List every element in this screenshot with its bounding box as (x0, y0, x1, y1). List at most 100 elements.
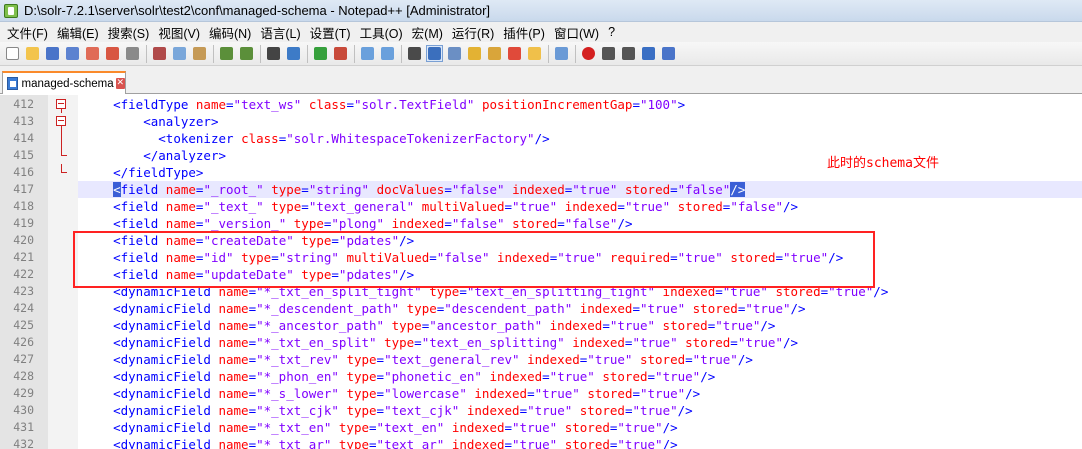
toolbar-separator (307, 44, 308, 63)
close-all-button[interactable] (104, 45, 121, 62)
fold-toggle-icon[interactable] (56, 116, 66, 126)
open-file-button[interactable] (24, 45, 41, 62)
cut-button[interactable] (151, 45, 168, 62)
code-line[interactable]: 430 <dynamicField name="*_txt_cjk" type=… (0, 402, 1082, 419)
playback-button[interactable] (620, 45, 637, 62)
code-line[interactable]: 426 <dynamicField name="*_txt_en_split" … (0, 334, 1082, 351)
tab-managed-schema[interactable]: managed-schema ✕ (2, 71, 126, 94)
menu-item-11[interactable]: 窗口(W) (551, 23, 605, 42)
undo-button[interactable] (218, 45, 235, 62)
menu-item-6[interactable]: 设置(T) (307, 23, 357, 42)
new-file-icon (6, 47, 19, 60)
code-line[interactable]: 418 <field name="_text_" type="text_gene… (0, 198, 1082, 215)
code-line[interactable]: 414 <tokenizer class="solr.WhitespaceTok… (0, 130, 1082, 147)
menu-item-4[interactable]: 编码(N) (206, 23, 257, 42)
run-multiple-button[interactable] (640, 45, 657, 62)
menu-item-12[interactable]: ? (605, 25, 621, 39)
code-text: <tokenizer class="solr.WhitespaceTokeniz… (158, 131, 550, 146)
zoom-in-button[interactable] (312, 45, 329, 62)
menu-item-10[interactable]: 插件(P) (500, 23, 551, 42)
record-macro-icon (582, 47, 595, 60)
new-file-button[interactable] (4, 45, 21, 62)
toolbar-separator (575, 44, 576, 63)
code-line[interactable]: 413 <analyzer> (0, 113, 1082, 130)
menu-item-3[interactable]: 视图(V) (155, 23, 206, 42)
line-number: 425 (13, 318, 34, 332)
code-text: <dynamicField name="*_txt_cjk" type="tex… (113, 403, 693, 418)
close-button[interactable] (84, 45, 101, 62)
line-number: 416 (13, 165, 34, 179)
line-number: 431 (13, 420, 34, 434)
code-text: <dynamicField name="*_ancestor_path" typ… (113, 318, 776, 333)
code-line[interactable]: 429 <dynamicField name="*_s_lower" type=… (0, 385, 1082, 402)
replace-button[interactable] (285, 45, 302, 62)
menu-bar: 文件(F) 编辑(E) 搜索(S) 视图(V) 编码(N) 语言(L) 设置(T) 工具(O)… (0, 22, 1082, 42)
close-icon (86, 47, 99, 60)
save-all-button[interactable] (64, 45, 81, 62)
cut-icon (153, 47, 166, 60)
doc-map-icon (488, 47, 501, 60)
code-line[interactable]: 431 <dynamicField name="*_txt_en" type="… (0, 419, 1082, 436)
sync-horizontal-button[interactable] (379, 45, 396, 62)
code-line[interactable]: 427 <dynamicField name="*_txt_rev" type=… (0, 351, 1082, 368)
zoom-out-button[interactable] (332, 45, 349, 62)
menu-item-0[interactable]: 文件(F) (4, 23, 54, 42)
print-icon (126, 47, 139, 60)
menu-item-8[interactable]: 宏(M) (409, 23, 449, 42)
menu-item-9[interactable]: 运行(R) (449, 23, 500, 42)
toolbar-separator (213, 44, 214, 63)
open-file-icon (26, 47, 39, 60)
code-line[interactable]: 424 <dynamicField name="*_descendent_pat… (0, 300, 1082, 317)
tab-close-icon[interactable]: ✕ (115, 78, 125, 89)
code-text: </analyzer> (143, 148, 227, 163)
fold-toggle-icon[interactable] (56, 99, 66, 109)
paste-button[interactable] (191, 45, 208, 62)
line-number: 424 (13, 301, 34, 315)
line-number: 420 (13, 233, 34, 247)
save-macro-button[interactable] (660, 45, 677, 62)
code-line[interactable]: 417 <field name="_root_" type="string" d… (0, 181, 1082, 198)
menu-item-5[interactable]: 语言(L) (257, 23, 306, 42)
folder-workspace-button[interactable] (526, 45, 543, 62)
indent-guide-button[interactable] (446, 45, 463, 62)
tab-strip: managed-schema ✕ (0, 66, 1082, 94)
save-button[interactable] (44, 45, 61, 62)
code-text: <dynamicField name="*_txt_rev" type="tex… (113, 352, 753, 367)
code-line[interactable]: 428 <dynamicField name="*_phon_en" type=… (0, 368, 1082, 385)
line-number: 429 (13, 386, 34, 400)
toolbar (0, 42, 1082, 66)
print-button[interactable] (124, 45, 141, 62)
code-line[interactable]: 432 <dynamicField name="*_txt_ar" type="… (0, 436, 1082, 449)
code-text: <dynamicField name="*_descendent_path" t… (113, 301, 806, 316)
find-button[interactable] (265, 45, 282, 62)
fold-end (61, 172, 67, 173)
show-all-chars-button[interactable] (426, 45, 443, 62)
copy-button[interactable] (171, 45, 188, 62)
line-number: 426 (13, 335, 34, 349)
monitor-button[interactable] (553, 45, 570, 62)
record-macro-button[interactable] (580, 45, 597, 62)
editor-area[interactable]: 412 <fieldType name="text_ws" class="sol… (0, 95, 1082, 449)
zoom-out-icon (334, 47, 347, 60)
code-line[interactable]: 425 <dynamicField name="*_ancestor_path"… (0, 317, 1082, 334)
run-multiple-icon (642, 47, 655, 60)
line-number: 418 (13, 199, 34, 213)
code-line[interactable]: 412 <fieldType name="text_ws" class="sol… (0, 96, 1082, 113)
fold-end (61, 155, 67, 156)
sync-vertical-button[interactable] (359, 45, 376, 62)
menu-item-7[interactable]: 工具(O) (357, 23, 409, 42)
menu-item-2[interactable]: 搜索(S) (105, 23, 156, 42)
doc-map-button[interactable] (486, 45, 503, 62)
stop-record-button[interactable] (600, 45, 617, 62)
udl-button[interactable] (466, 45, 483, 62)
code-text: <field name="_version_" type="plong" ind… (113, 216, 633, 231)
word-wrap-button[interactable] (406, 45, 423, 62)
udl-icon (468, 47, 481, 60)
function-list-button[interactable] (506, 45, 523, 62)
line-number: 413 (13, 114, 34, 128)
redo-button[interactable] (238, 45, 255, 62)
copy-icon (173, 47, 186, 60)
menu-item-1[interactable]: 编辑(E) (54, 23, 105, 42)
line-number: 412 (13, 97, 34, 111)
code-line[interactable]: 419 <field name="_version_" type="plong"… (0, 215, 1082, 232)
